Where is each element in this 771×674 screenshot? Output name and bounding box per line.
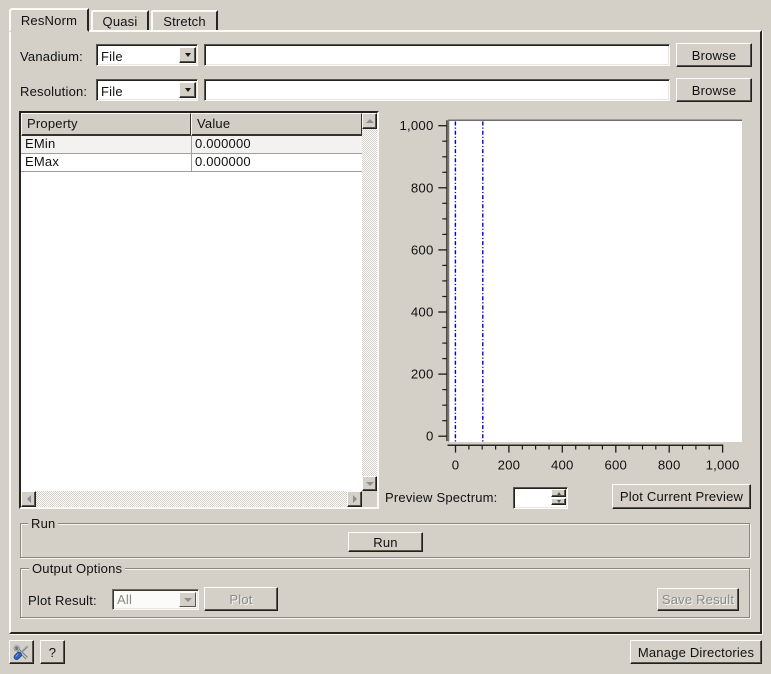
svg-text:1,000: 1,000 [706, 457, 740, 472]
svg-text:800: 800 [411, 180, 434, 195]
svg-text:0: 0 [426, 429, 434, 444]
svg-text:1,000: 1,000 [399, 118, 433, 133]
svg-text:600: 600 [411, 242, 434, 257]
svg-text:400: 400 [411, 305, 434, 320]
svg-text:600: 600 [604, 457, 627, 472]
svg-text:800: 800 [658, 457, 681, 472]
svg-text:0: 0 [452, 457, 460, 472]
svg-text:200: 200 [411, 367, 434, 382]
svg-text:400: 400 [551, 457, 574, 472]
svg-text:200: 200 [498, 457, 521, 472]
